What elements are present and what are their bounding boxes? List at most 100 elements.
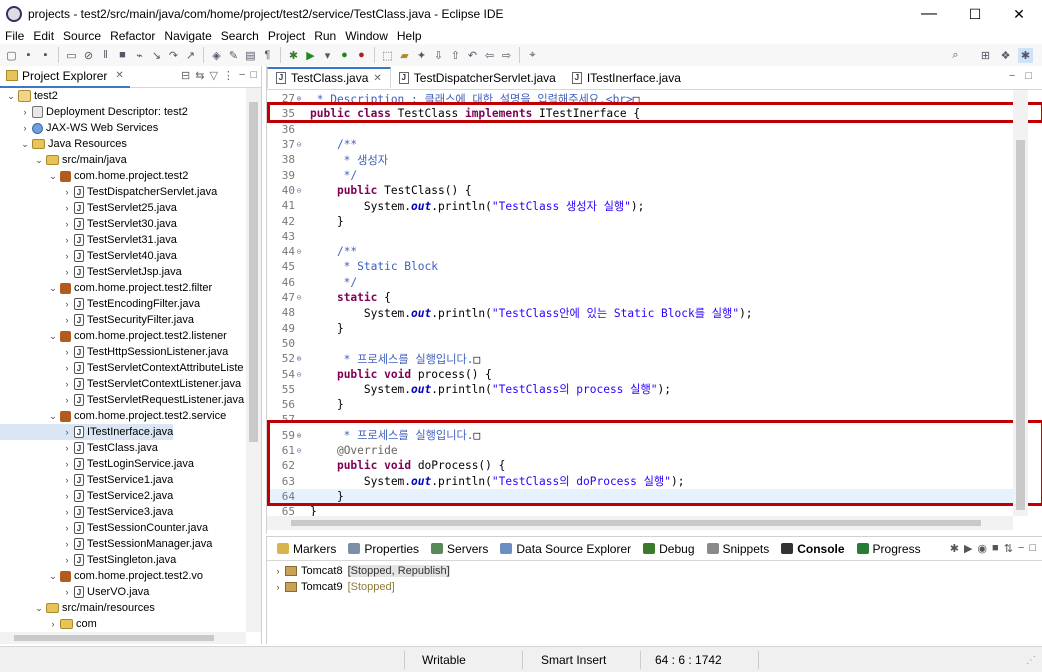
tree-item[interactable]: ⌄ test2 (0, 88, 58, 104)
chevron-right-icon[interactable]: › (62, 187, 72, 197)
code-line[interactable]: 47 ⊖ static { (267, 290, 1013, 305)
code-line[interactable]: 64 } (267, 488, 1013, 505)
terminal-icon[interactable]: ▭ (64, 48, 79, 63)
search-icon[interactable]: ⌕ (948, 48, 963, 63)
pin-editor-icon[interactable]: ⌖ (525, 48, 540, 63)
menu-search[interactable]: Search (216, 29, 263, 43)
tree-item[interactable]: › J TestServletRequestListener.java (0, 392, 244, 408)
stop-server-icon[interactable]: ■ (992, 542, 999, 555)
step-return-icon[interactable]: ↗ (183, 48, 198, 63)
chevron-right-icon[interactable]: › (62, 347, 72, 357)
tree-item[interactable]: › J TestSessionManager.java (0, 536, 212, 552)
code-line[interactable]: 59 ⊕ * 프로세스를 실행입니다.□ (267, 428, 1013, 443)
disconnect-icon[interactable]: ⌁ (132, 48, 147, 63)
chevron-right-icon[interactable]: › (62, 587, 72, 597)
fold-toggle-icon[interactable]: ⊖ (295, 446, 303, 455)
chevron-down-icon[interactable]: ⌄ (48, 171, 58, 182)
tree-item[interactable]: › com (0, 616, 97, 632)
close-icon[interactable]: ✕ (115, 70, 123, 81)
code-line[interactable]: 52 ⊕ * 프로세스를 실행입니다.□ (267, 351, 1013, 366)
fold-toggle-icon[interactable]: ⊕ (295, 94, 303, 103)
tree-item[interactable]: › J TestHttpSessionListener.java (0, 344, 228, 360)
code-line[interactable]: 27 ⊕ * Description : 클래스에 대한 설명을 입력해주세요.<… (267, 91, 1013, 106)
chevron-right-icon[interactable]: › (273, 582, 283, 592)
java-ee-perspective-icon[interactable]: ❖ (998, 48, 1013, 63)
code-line[interactable]: 37 ⊖ /** (267, 137, 1013, 152)
editor-tab[interactable]: J TestDispatcherServlet.java (391, 67, 564, 89)
tree-item[interactable]: ⌄ com.home.project.test2 (0, 168, 188, 184)
code-line[interactable]: 49 } (267, 321, 1013, 336)
tab-servers[interactable]: Servers (425, 537, 494, 561)
new-icon[interactable]: ▢ (4, 48, 19, 63)
tree-item[interactable]: › JAX-WS Web Services (0, 120, 159, 136)
chevron-down-icon[interactable]: ⌄ (20, 139, 30, 150)
debug-run-icon[interactable]: ✱ (286, 48, 301, 63)
tree-item[interactable]: ⌄ src/main/resources (0, 600, 155, 616)
tree-item[interactable]: › J TestServletJsp.java (0, 264, 182, 280)
tree-item[interactable]: › Deployment Descriptor: test2 (0, 104, 188, 120)
menu-help[interactable]: Help (392, 29, 426, 43)
block-selection-icon[interactable]: ▤ (243, 48, 258, 63)
tree-item[interactable]: › J TestSecurityFilter.java (0, 312, 194, 328)
maximize-view-icon[interactable]: □ (250, 69, 257, 82)
back-icon[interactable]: ⇦ (482, 48, 497, 63)
open-type-icon[interactable]: ◈ (209, 48, 224, 63)
minimize-view-icon[interactable]: − (1018, 542, 1024, 555)
save-icon[interactable]: ▪ (21, 48, 36, 63)
chevron-right-icon[interactable]: › (48, 619, 58, 629)
tree-item[interactable]: ⌄ src/main/java (0, 152, 127, 168)
fold-toggle-icon[interactable]: ⊕ (295, 431, 303, 440)
collapse-all-icon[interactable]: ⊟ (181, 69, 190, 82)
tree-item[interactable]: › J TestSingleton.java (0, 552, 176, 568)
chevron-down-icon[interactable]: ⌄ (48, 571, 58, 582)
fold-toggle-icon[interactable]: ⊖ (295, 370, 303, 379)
chevron-right-icon[interactable]: › (273, 566, 283, 576)
fold-toggle-icon[interactable]: ⊖ (295, 140, 303, 149)
code-line[interactable]: 46 */ (267, 275, 1013, 290)
search-tool-icon[interactable]: ✦ (414, 48, 429, 63)
chevron-right-icon[interactable]: › (62, 363, 72, 373)
tree-item[interactable]: › J TestServlet30.java (0, 216, 177, 232)
menu-window[interactable]: Window (340, 29, 392, 43)
tab-snippets[interactable]: Snippets (701, 537, 776, 561)
minimize-view-icon[interactable]: − (1009, 70, 1015, 82)
editor-tab[interactable]: J TestClass.java ✕ (267, 67, 391, 89)
tree-vertical-scrollbar[interactable] (246, 88, 261, 632)
tree-item[interactable]: ⌄ com.home.project.test2.vo (0, 568, 203, 584)
menu-file[interactable]: File (0, 29, 28, 43)
code-line[interactable]: 57 (267, 412, 1013, 427)
chevron-down-icon[interactable]: ⌄ (48, 331, 58, 342)
tree-item[interactable]: › J TestSessionCounter.java (0, 520, 208, 536)
menu-run[interactable]: Run (309, 29, 340, 43)
start-server-icon[interactable]: ▶ (964, 542, 972, 555)
filter-icon[interactable]: ▽ (209, 69, 217, 82)
menu-navigate[interactable]: Navigate (159, 29, 215, 43)
maximize-view-icon[interactable]: □ (1025, 70, 1032, 82)
tree-item[interactable]: › J TestServletContextListener.java (0, 376, 241, 392)
view-menu-icon[interactable]: ⋮ (223, 69, 234, 82)
tree-item[interactable]: ⌄ com.home.project.test2.listener (0, 328, 227, 344)
chevron-right-icon[interactable]: › (62, 443, 72, 453)
scrollbar-thumb[interactable] (249, 102, 258, 442)
code-line[interactable]: 38 * 생성자 (267, 152, 1013, 167)
debug-server-icon[interactable]: ✱ (950, 542, 959, 555)
fold-toggle-icon[interactable]: ⊖ (295, 293, 303, 302)
chevron-down-icon[interactable]: ⌄ (6, 91, 16, 102)
chevron-right-icon[interactable]: › (62, 219, 72, 229)
chevron-down-icon[interactable]: ⌄ (34, 155, 44, 166)
tab-console[interactable]: Console (775, 537, 850, 561)
chevron-right-icon[interactable]: › (20, 123, 30, 133)
tree-item[interactable]: › J TestService3.java (0, 504, 173, 520)
toggle-mark-icon[interactable]: ✎ (226, 48, 241, 63)
code-line[interactable]: 50 (267, 336, 1013, 351)
tree-item[interactable]: ⌄ Java Resources (0, 136, 127, 152)
code-area[interactable]: 27 ⊕ * Description : 클래스에 대한 설명을 입력해주세요.<… (267, 90, 1013, 516)
tree-item[interactable]: › J TestLoginService.java (0, 456, 194, 472)
tab-properties[interactable]: Properties (342, 537, 425, 561)
code-line[interactable]: 48 System.out.println("TestClass안에 있는 St… (267, 305, 1013, 320)
code-line[interactable]: 61 ⊖ @Override (267, 443, 1013, 458)
code-line[interactable]: 54 ⊖ public void process() { (267, 366, 1013, 381)
prev-annotation-icon[interactable]: ⇧ (448, 48, 463, 63)
chevron-right-icon[interactable]: › (62, 315, 72, 325)
server-row[interactable]: › Tomcat9 [Stopped] (267, 579, 395, 595)
